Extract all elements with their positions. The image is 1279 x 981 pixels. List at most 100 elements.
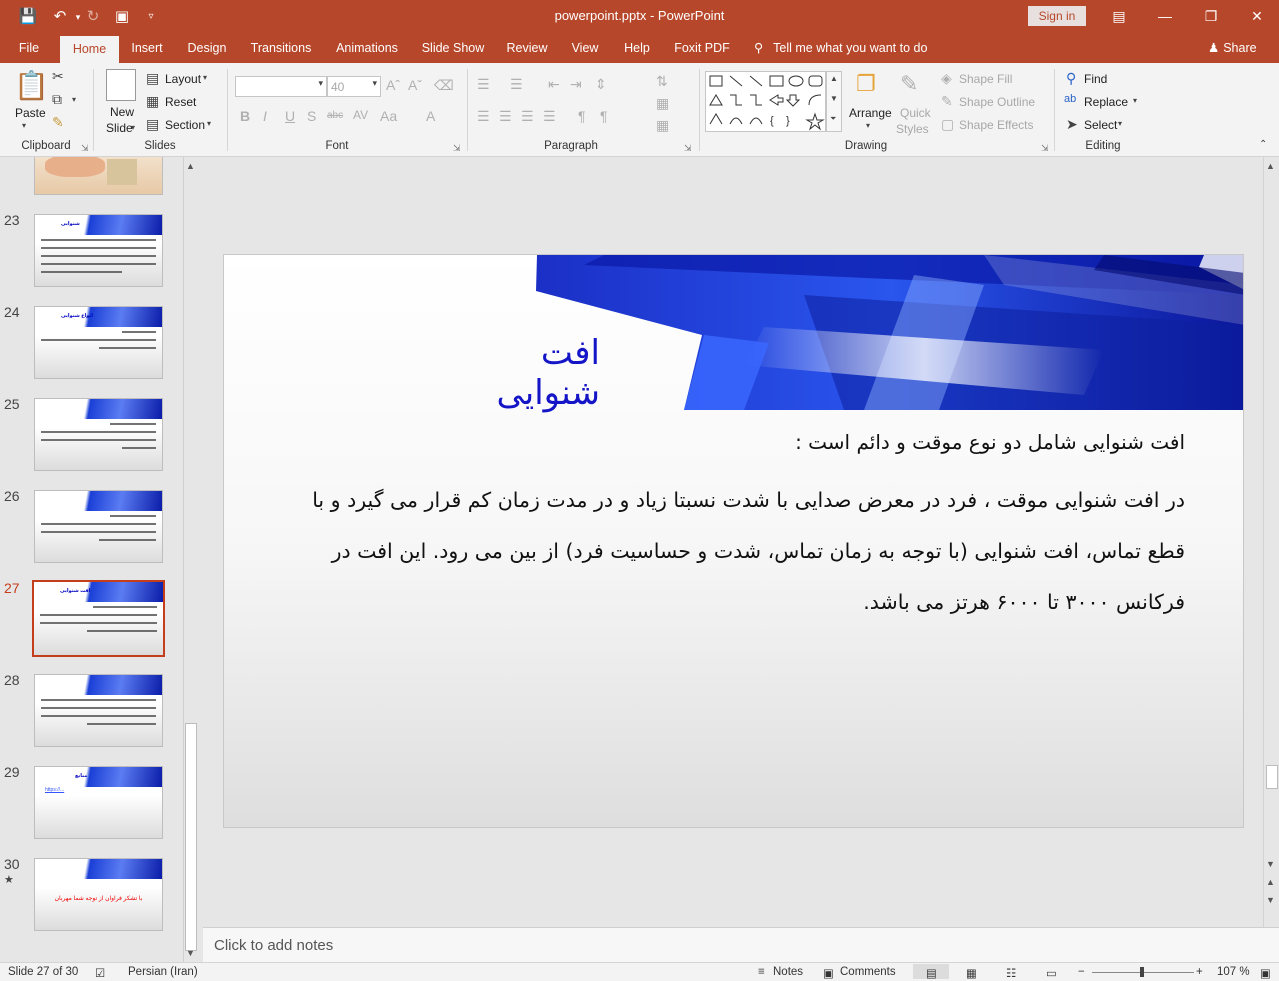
shape-effects-icon[interactable]: ▢ (941, 116, 954, 133)
zoom-in-icon[interactable]: + (1196, 966, 1203, 978)
scrollbar-thumb[interactable] (1266, 765, 1278, 789)
bold-icon[interactable]: B (240, 108, 250, 124)
scroll-down-icon[interactable]: ▼ (186, 948, 195, 958)
shape-fill-button[interactable]: Shape Fill (959, 72, 1012, 86)
tab-insert[interactable]: Insert (124, 33, 170, 63)
select-cursor-icon[interactable]: ➤ (1066, 116, 1078, 133)
arrange-dropdown-icon[interactable]: ▾ (866, 121, 870, 130)
new-slide-label-1[interactable]: New (110, 105, 134, 119)
scroll-down-icon[interactable]: ▼ (1266, 859, 1275, 869)
ribbon-display-options-icon[interactable]: ▤ (1104, 4, 1134, 28)
clear-formatting-icon[interactable]: ⌫ (434, 77, 454, 94)
gallery-down-icon[interactable]: ▼ (830, 94, 838, 103)
tab-design[interactable]: Design (180, 33, 234, 63)
paste-button[interactable]: Paste (15, 106, 46, 120)
font-launcher-icon[interactable]: ⇲ (453, 143, 461, 154)
share-button[interactable]: ♟ Share (1208, 33, 1257, 63)
scrollbar-thumb[interactable] (185, 723, 197, 951)
rtl-direction-icon[interactable]: ¶ (600, 108, 608, 124)
section-dropdown-icon[interactable]: ▾ (207, 119, 211, 128)
paragraph-launcher-icon[interactable]: ⇲ (684, 143, 692, 154)
collapse-ribbon-icon[interactable]: ⌃ (1259, 139, 1267, 150)
slide-thumbnail[interactable] (34, 157, 163, 195)
slide-body-line-2[interactable]: در افت شنوایی موقت ، فرد در معرض صدایی ب… (312, 488, 1185, 512)
arrange-button[interactable]: Arrange (849, 106, 892, 120)
reset-icon[interactable]: ▦ (146, 93, 159, 110)
spelling-check-icon[interactable]: ☑ (95, 966, 105, 980)
thumbnail-scrollbar[interactable]: ▲ ▼ (183, 157, 198, 962)
comments-button[interactable]: Comments (840, 966, 896, 978)
numbering-icon[interactable]: ☰ (510, 76, 523, 93)
character-spacing-icon[interactable]: AV (353, 108, 368, 122)
tab-animations[interactable]: Animations (328, 33, 406, 63)
drawing-launcher-icon[interactable]: ⇲ (1041, 143, 1049, 154)
align-center-icon[interactable]: ☰ (499, 108, 512, 125)
normal-view-icon[interactable]: ▤ (926, 966, 937, 980)
copy-dropdown-icon[interactable]: ▾ (72, 95, 76, 104)
tell-me-search[interactable]: ⚲ Tell me what you want to do (754, 33, 927, 63)
paste-dropdown-icon[interactable]: ▾ (22, 121, 26, 130)
slide-body-line-1[interactable]: افت شنوایی شامل دو نوع موقت و دائم است : (795, 430, 1185, 454)
font-color-icon[interactable]: A (426, 108, 435, 124)
slide-body-line-3[interactable]: قطع تماس، افت شنوایی (با توجه به زمان تم… (332, 539, 1185, 563)
select-button[interactable]: Select (1084, 118, 1117, 132)
copy-icon[interactable]: ⧉ (52, 91, 62, 108)
shapes-gallery[interactable]: { } (705, 71, 826, 132)
next-slide-icon[interactable]: ▼ (1266, 895, 1275, 905)
notes-icon[interactable]: ≡ (758, 966, 765, 978)
previous-slide-icon[interactable]: ▲ (1266, 877, 1275, 887)
slide-show-icon[interactable]: ▭ (1046, 966, 1057, 980)
slide-thumbnail[interactable] (34, 674, 163, 747)
sign-in-button[interactable]: Sign in (1028, 6, 1086, 26)
ltr-direction-icon[interactable]: ¶ (578, 108, 586, 124)
restore-button[interactable]: ❐ (1196, 4, 1226, 28)
slide-thumbnail[interactable] (34, 398, 163, 471)
new-slide-icon[interactable] (106, 69, 136, 101)
replace-icon[interactable]: ab (1064, 93, 1076, 105)
change-case-icon[interactable]: Aa (380, 108, 397, 124)
shape-fill-icon[interactable]: ◈ (941, 70, 952, 87)
cut-icon[interactable]: ✂ (52, 68, 64, 85)
decrease-font-size-icon[interactable]: Aˇ (408, 77, 422, 93)
tab-transitions[interactable]: Transitions (244, 33, 318, 63)
zoom-slider-knob[interactable] (1140, 967, 1144, 977)
tab-file[interactable]: File (8, 33, 50, 63)
italic-icon[interactable]: I (263, 108, 267, 124)
reading-view-icon[interactable]: ☷ (1006, 966, 1016, 980)
zoom-out-icon[interactable]: − (1078, 966, 1085, 978)
minimize-button[interactable]: — (1150, 4, 1180, 28)
notes-placeholder[interactable]: Click to add notes (214, 937, 333, 954)
comments-icon[interactable]: ▣ (823, 966, 834, 980)
notes-pane[interactable]: Click to add notes (203, 927, 1279, 962)
bullets-icon[interactable]: ☰ (477, 76, 490, 93)
tab-view[interactable]: View (564, 33, 606, 63)
text-direction-icon[interactable]: ⇅ (656, 73, 668, 90)
tab-home[interactable]: Home (60, 36, 119, 63)
current-slide[interactable]: افت شنوایی افت شنوایی شامل دو نوع موقت و… (223, 254, 1244, 828)
slide-title[interactable]: افت شنوایی (434, 333, 600, 413)
align-left-icon[interactable]: ☰ (477, 108, 490, 125)
new-slide-label-2[interactable]: Slide (106, 121, 133, 135)
smartart-icon[interactable]: ▦ (656, 117, 669, 134)
slide-thumbnail[interactable] (34, 490, 163, 563)
language-indicator[interactable]: Persian (Iran) (128, 966, 198, 978)
justify-icon[interactable]: ☰ (543, 108, 556, 125)
slide-thumbnail[interactable]: انواع شنوایی (34, 306, 163, 379)
slide-thumbnail[interactable]: منابع https://... (34, 766, 163, 839)
new-slide-dropdown-icon[interactable]: ▾ (131, 123, 135, 132)
slide-thumbnail-active[interactable]: افت شنوایی (32, 580, 165, 657)
shape-outline-icon[interactable]: ✎ (941, 93, 953, 110)
find-icon[interactable]: ⚲ (1066, 70, 1076, 87)
section-button[interactable]: Section (165, 118, 205, 132)
slide-scrollbar[interactable]: ▲ ▼ ▲ ▼ (1263, 157, 1279, 927)
tab-slide-show[interactable]: Slide Show (416, 33, 490, 63)
underline-icon[interactable]: U (285, 108, 295, 124)
strikethrough-icon[interactable]: abc (327, 110, 343, 121)
replace-button[interactable]: Replace (1084, 95, 1128, 109)
slide-sorter-icon[interactable]: ▦ (966, 966, 977, 980)
scroll-up-icon[interactable]: ▲ (186, 161, 195, 171)
shapes-gallery-scroll[interactable]: ▲ ▼ ⏷ (826, 71, 842, 132)
increase-indent-icon[interactable]: ⇥ (570, 76, 582, 93)
font-size-combobox[interactable]: 40 ▾ (327, 76, 381, 97)
layout-button[interactable]: Layout (165, 72, 201, 86)
